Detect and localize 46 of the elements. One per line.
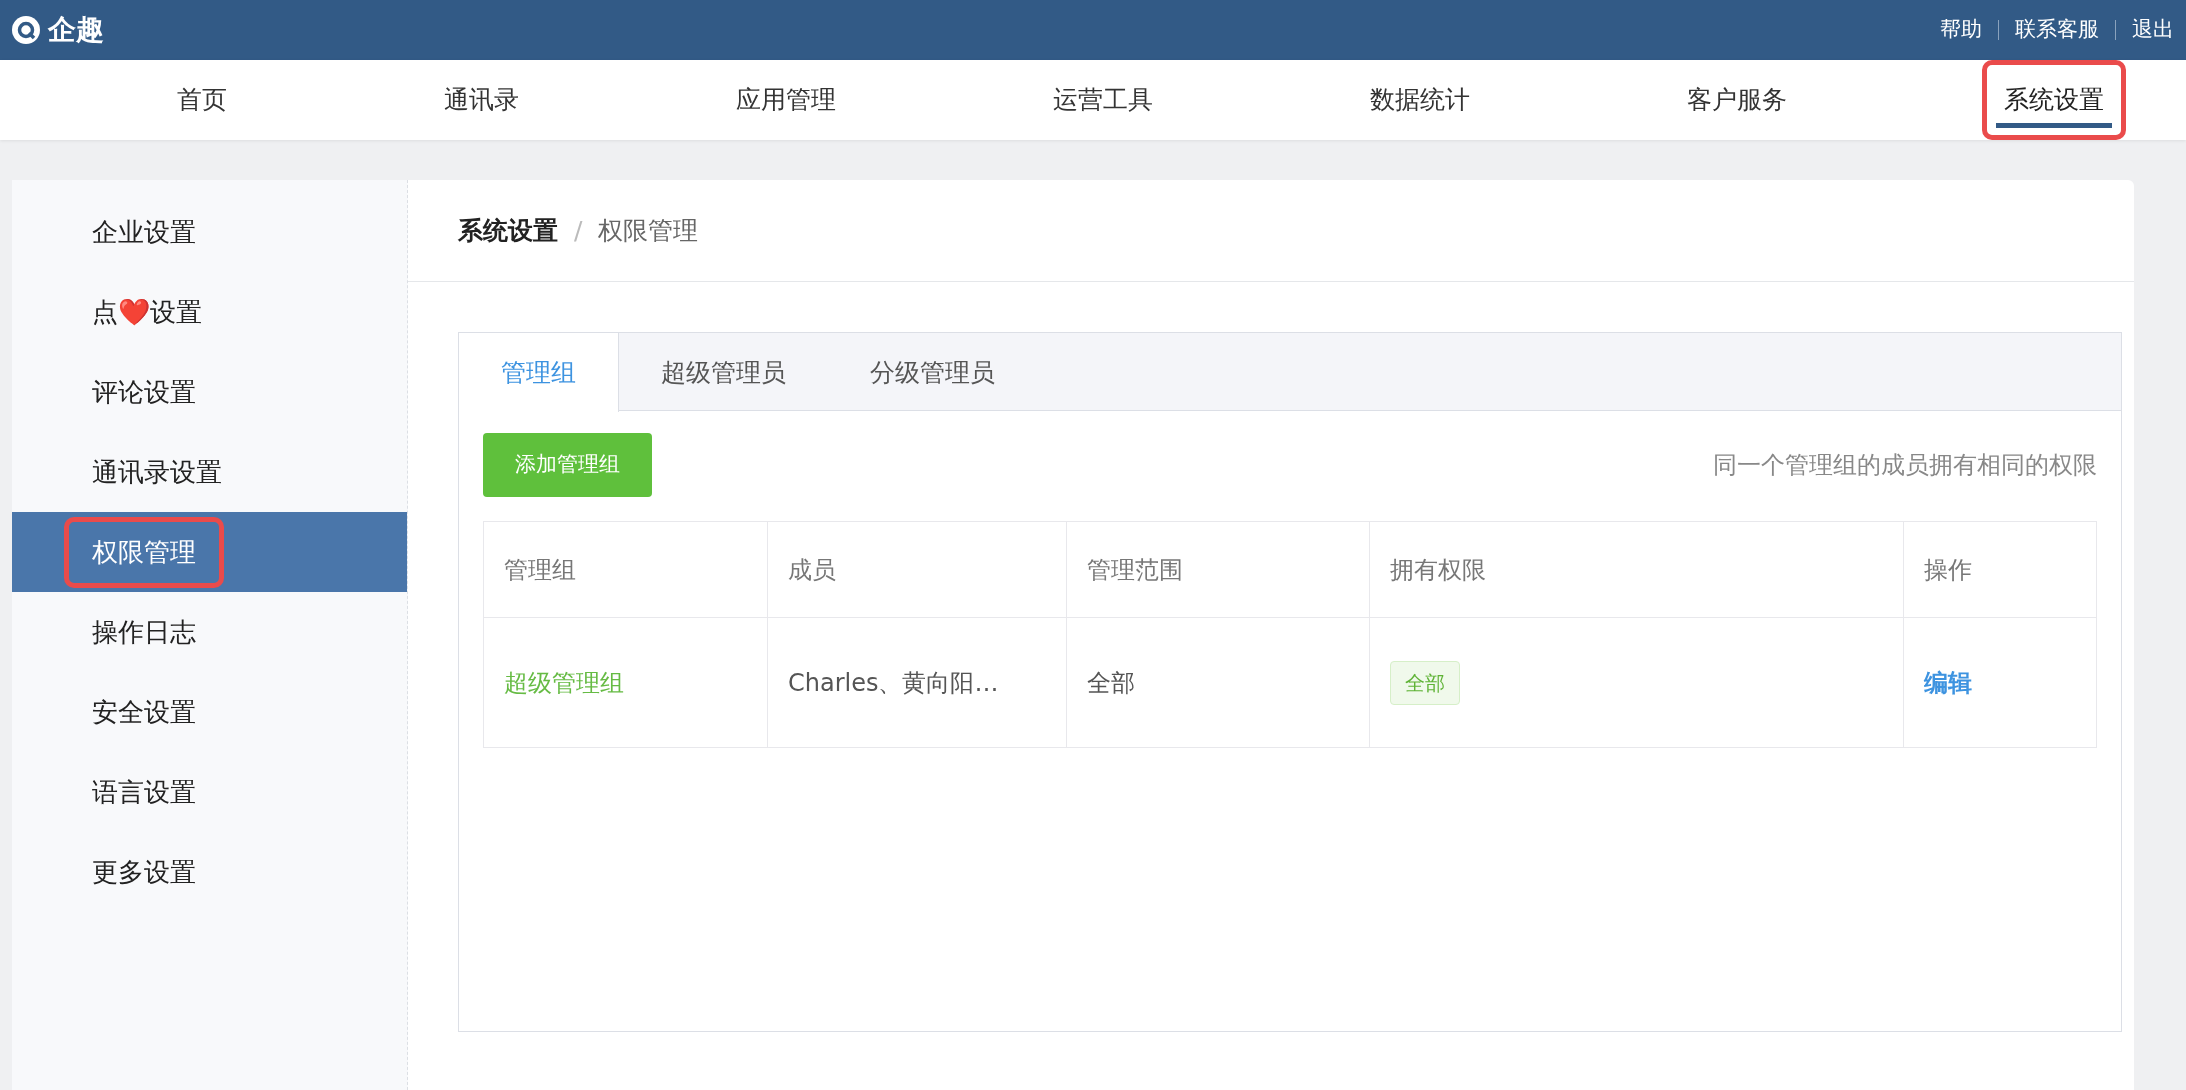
top-link[interactable]: 联系客服 xyxy=(2015,14,2099,46)
sidebar-item[interactable]: 企业设置 xyxy=(12,192,407,272)
table-cell: 全部 xyxy=(1066,617,1370,748)
nav-tab[interactable]: 客户服务 xyxy=(1665,60,1809,140)
column-header: 拥有权限 xyxy=(1369,521,1904,618)
sidebar-label: 语言设置 xyxy=(91,775,197,809)
nav-tab[interactable]: 应用管理 xyxy=(714,60,858,140)
breadcrumb-item[interactable]: 系统设置 xyxy=(458,211,558,250)
column-header: 管理组 xyxy=(483,521,768,618)
tab[interactable]: 超级管理员 xyxy=(619,333,828,412)
column-header: 管理范围 xyxy=(1066,521,1370,618)
hint-text: 同一个管理组的成员拥有相同的权限 xyxy=(1713,450,2097,481)
sidebar-item[interactable]: 权限管理 xyxy=(12,512,407,592)
nav-tab[interactable]: 通讯录 xyxy=(422,60,541,140)
sidebar-label: 操作日志 xyxy=(91,615,197,649)
permission-tag: 全部 xyxy=(1390,660,1461,705)
sidebar-item[interactable]: 评论设置 xyxy=(12,352,407,432)
sidebar-label: 企业设置 xyxy=(91,215,197,249)
column-header: 操作 xyxy=(1903,521,2097,618)
breadcrumb-separator: / xyxy=(574,214,583,247)
tab[interactable]: 分级管理员 xyxy=(828,333,1037,412)
sidebar-item[interactable]: 点❤设置 xyxy=(12,272,407,352)
link-divider xyxy=(2115,20,2116,40)
logo-icon xyxy=(12,16,40,44)
sidebar-item[interactable]: 语言设置 xyxy=(12,752,407,832)
column-header: 成员 xyxy=(767,521,1067,618)
sidebar-label: 点❤设置 xyxy=(91,295,203,329)
link-divider xyxy=(1998,20,1999,40)
table-cell: Charles、黄向阳… xyxy=(767,617,1067,748)
nav-tab[interactable]: 系统设置 xyxy=(1982,60,2126,140)
sidebar-label: 评论设置 xyxy=(91,375,197,409)
sidebar-item[interactable]: 通讯录设置 xyxy=(12,432,407,512)
nav-tab[interactable]: 运营工具 xyxy=(1031,60,1175,140)
sidebar-item[interactable]: 更多设置 xyxy=(12,832,407,912)
sidebar-label: 权限管理 xyxy=(64,516,224,588)
sidebar-label: 更多设置 xyxy=(91,855,197,889)
top-link[interactable]: 退出 xyxy=(2132,14,2174,46)
breadcrumb-current: 权限管理 xyxy=(598,214,699,247)
nav-tab[interactable]: 数据统计 xyxy=(1348,60,1492,140)
sidebar-item[interactable]: 操作日志 xyxy=(12,592,407,672)
sidebar-item[interactable]: 安全设置 xyxy=(12,672,407,752)
sidebar-label: 通讯录设置 xyxy=(91,455,223,489)
nav-tab[interactable]: 首页 xyxy=(155,60,249,140)
brand-name: 企趣 xyxy=(48,12,104,48)
top-link[interactable]: 帮助 xyxy=(1940,14,1982,46)
sidebar-label: 安全设置 xyxy=(91,695,197,729)
